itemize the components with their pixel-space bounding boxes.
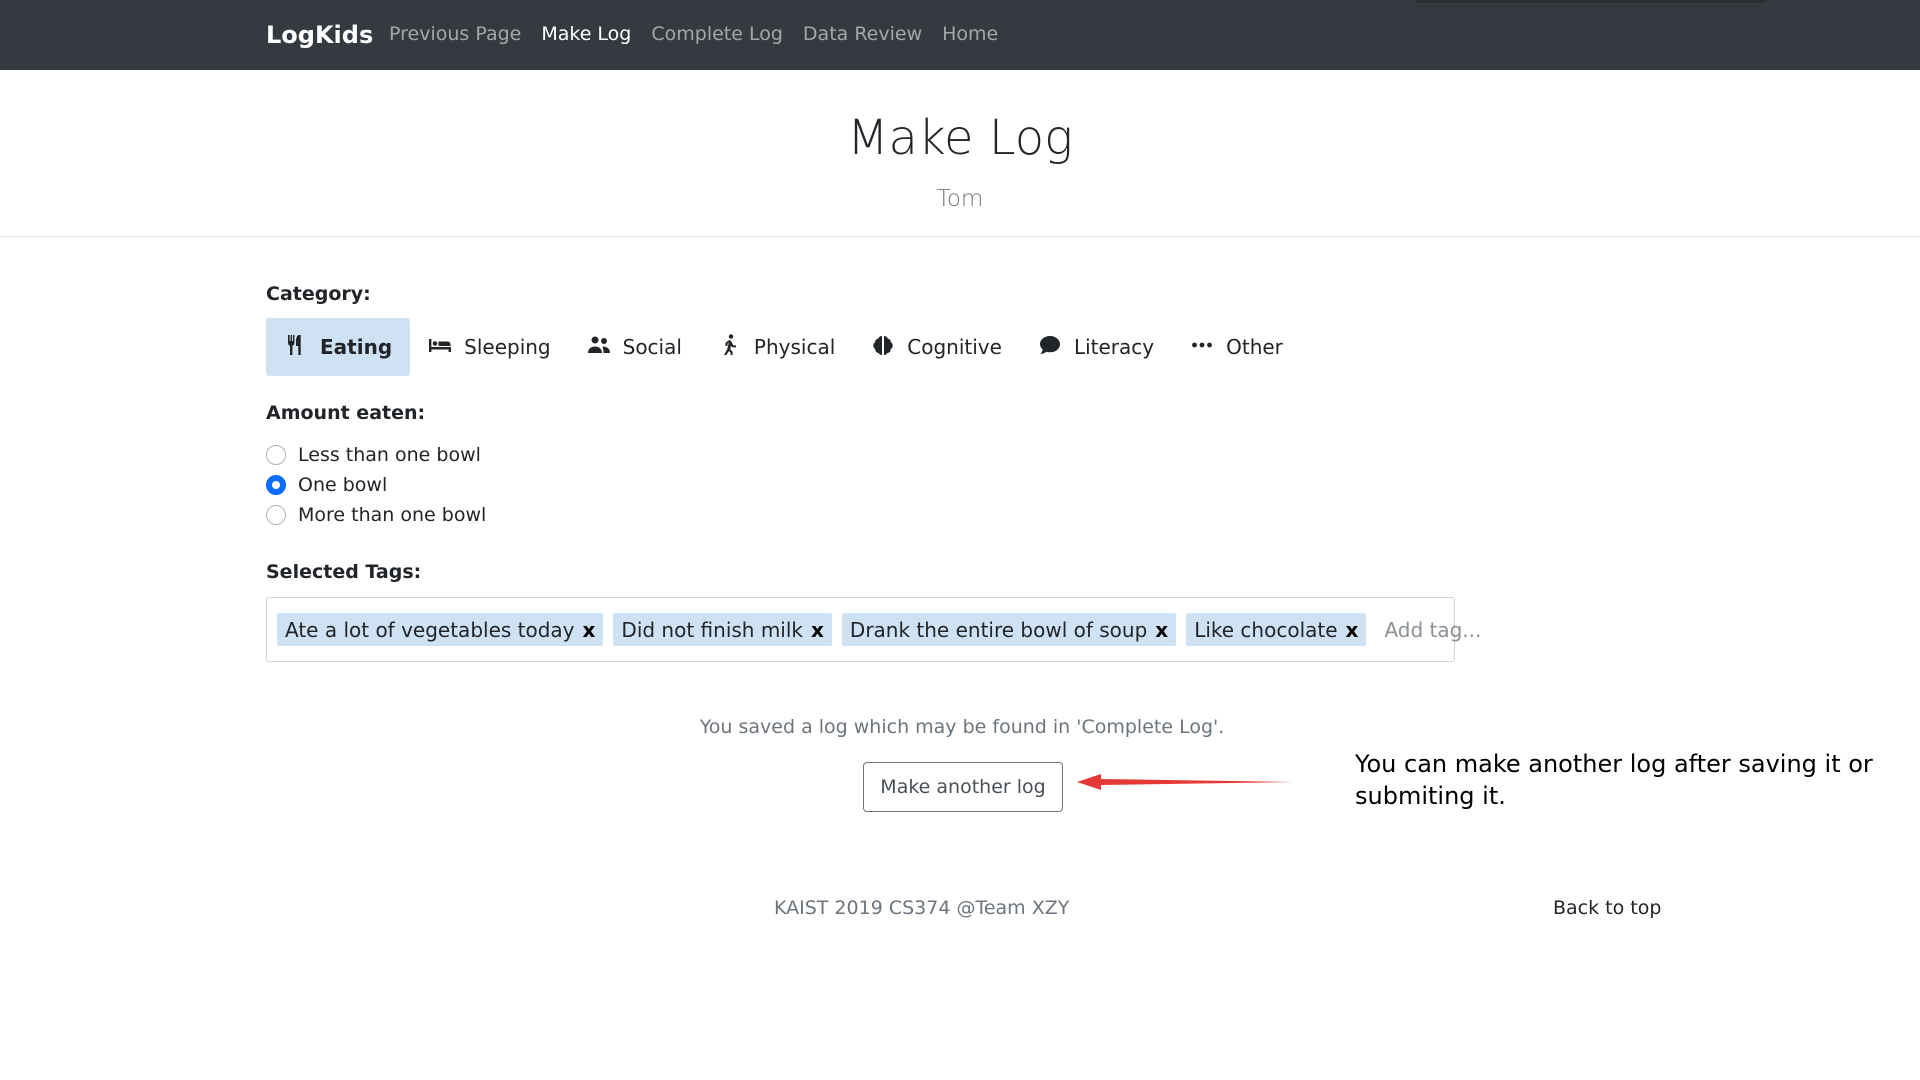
brain-icon xyxy=(871,333,895,362)
annotation-text: You can make another log after saving it… xyxy=(1355,750,1873,810)
radio-label: More than one bowl xyxy=(298,504,487,526)
amount-eaten-label: Amount eaten: xyxy=(266,402,426,424)
category-social[interactable]: Social xyxy=(569,318,700,376)
footer-credit: KAIST 2019 CS374 @Team XZY xyxy=(774,897,1070,919)
add-tag-input[interactable] xyxy=(1384,617,1565,642)
navbar-shadow-strip xyxy=(1415,0,1765,3)
users-icon xyxy=(587,333,611,362)
tag-chip: Like chocolate x xyxy=(1186,613,1367,646)
category-literacy[interactable]: Literacy xyxy=(1020,318,1172,376)
tag-label: Drank the entire bowl of soup xyxy=(849,617,1148,642)
category-cognitive[interactable]: Cognitive xyxy=(853,318,1020,376)
radio-less-than-one-bowl[interactable]: Less than one bowl xyxy=(266,440,486,470)
amount-eaten-options: Less than one bowl One bowl More than on… xyxy=(266,440,486,530)
ellipsis-icon xyxy=(1190,333,1214,362)
nav-link-data-review[interactable]: Data Review xyxy=(803,23,922,45)
tag-chip: Ate a lot of vegetables today x xyxy=(277,613,604,646)
category-other-label: Other xyxy=(1226,335,1283,359)
radio-label: Less than one bowl xyxy=(298,444,481,466)
category-literacy-label: Literacy xyxy=(1073,335,1155,359)
nav-link-complete-log[interactable]: Complete Log xyxy=(651,23,783,45)
annotation-arrow xyxy=(1077,774,1293,790)
child-name: Tom xyxy=(936,186,984,212)
radio-button[interactable] xyxy=(266,505,286,525)
tag-chip: Drank the entire bowl of soup x xyxy=(841,613,1177,646)
category-eating-label: Eating xyxy=(320,335,393,359)
bed-icon xyxy=(428,333,452,362)
page-title: Make Log xyxy=(847,110,1073,166)
brand-logo[interactable]: LogKids xyxy=(266,21,373,49)
comment-icon xyxy=(1038,333,1062,362)
category-social-label: Social xyxy=(622,335,682,359)
walking-icon xyxy=(718,333,742,362)
category-physical[interactable]: Physical xyxy=(700,318,853,376)
saved-message: You saved a log which may be found in 'C… xyxy=(699,716,1225,738)
nav-menu: Previous Page Make Log Complete Log Data… xyxy=(389,23,998,45)
tag-input-box[interactable]: Ate a lot of vegetables today x Did not … xyxy=(266,597,1565,662)
category-sleeping[interactable]: Sleeping xyxy=(410,318,568,376)
nav-link-home[interactable]: Home xyxy=(942,23,998,45)
category-eating[interactable]: Eating xyxy=(266,318,411,376)
tag-label: Did not finish milk xyxy=(621,617,804,642)
tag-label: Ate a lot of vegetables today xyxy=(285,617,575,642)
utensils-icon xyxy=(284,333,308,362)
tag-label: Like chocolate xyxy=(1194,617,1338,642)
tag-chip: Did not finish milk x xyxy=(613,613,832,646)
category-selector: Eating Sleeping Social Physical Cognitiv… xyxy=(266,318,1301,376)
tag-remove-icon[interactable]: x xyxy=(583,620,596,640)
tag-remove-icon[interactable]: x xyxy=(811,620,824,640)
category-label: Category: xyxy=(266,283,371,305)
tag-remove-icon[interactable]: x xyxy=(1346,620,1359,640)
category-sleeping-label: Sleeping xyxy=(464,335,551,359)
tag-remove-icon[interactable]: x xyxy=(1155,620,1168,640)
nav-link-make-log[interactable]: Make Log xyxy=(541,23,631,45)
radio-more-than-one-bowl[interactable]: More than one bowl xyxy=(266,500,486,530)
category-other[interactable]: Other xyxy=(1172,318,1301,376)
radio-one-bowl[interactable]: One bowl xyxy=(266,470,486,500)
radio-button-checked[interactable] xyxy=(266,475,286,495)
back-to-top-link[interactable]: Back to top xyxy=(1553,897,1661,919)
top-navbar: LogKids Previous Page Make Log Complete … xyxy=(0,0,1920,70)
category-physical-label: Physical xyxy=(753,335,836,359)
header-divider xyxy=(0,236,1920,237)
nav-link-previous-page[interactable]: Previous Page xyxy=(389,23,521,45)
make-another-log-button[interactable]: Make another log xyxy=(863,762,1063,812)
radio-button[interactable] xyxy=(266,445,286,465)
selected-tags-label: Selected Tags: xyxy=(266,561,422,583)
radio-label: One bowl xyxy=(298,474,388,496)
category-cognitive-label: Cognitive xyxy=(907,335,1002,359)
arrow-shape xyxy=(1077,774,1293,790)
